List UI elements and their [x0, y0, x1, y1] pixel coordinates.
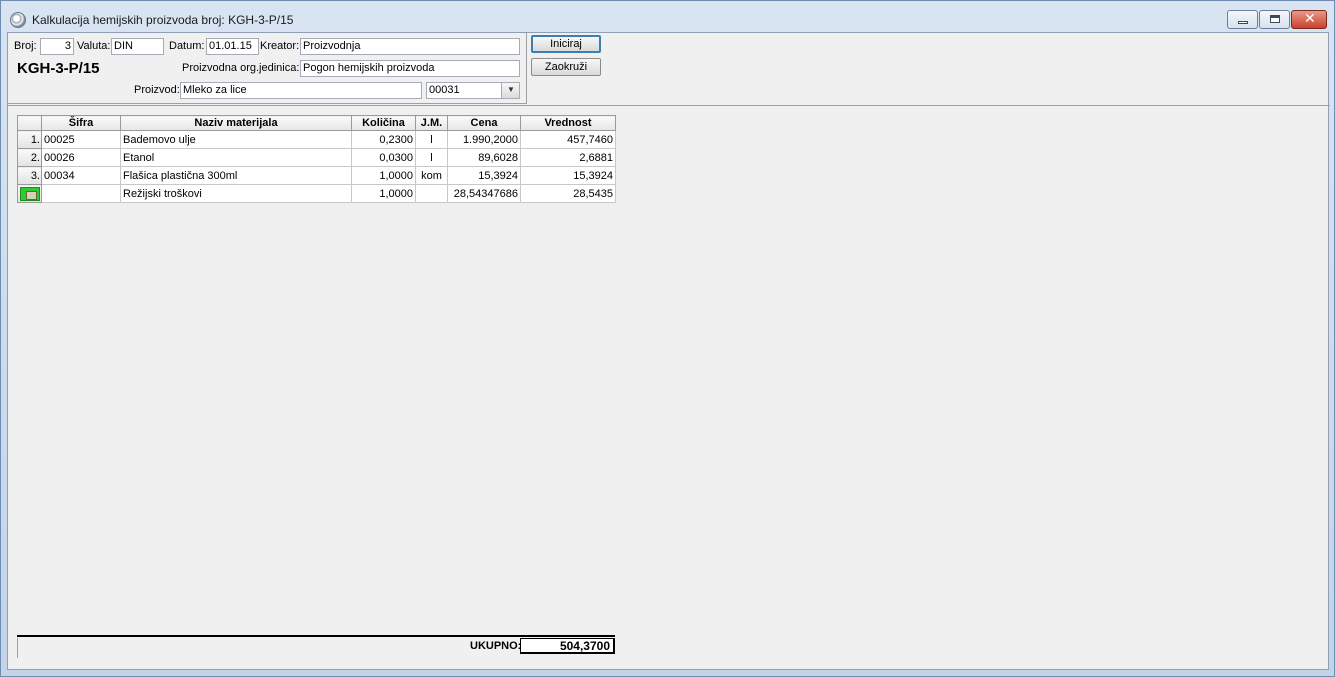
window-title: Kalkulacija hemijskih proizvoda broj: KG… — [32, 13, 294, 27]
cell-jm[interactable]: l — [415, 148, 448, 167]
cell-vrednost[interactable]: 15,3924 — [520, 166, 616, 185]
row-number-header — [17, 115, 42, 131]
zaokruzi-button[interactable]: Zaokruži — [531, 58, 601, 76]
cell-naziv[interactable]: Bademovo ulje — [120, 130, 352, 149]
cell-jm[interactable]: l — [415, 130, 448, 149]
table-row[interactable]: 2. 00026 Etanol 0,0300 l 89,6028 2,6881 — [17, 148, 616, 167]
iniciraj-button[interactable]: Iniciraj — [531, 35, 601, 53]
document-number-title: KGH-3-P/15 — [17, 60, 100, 77]
row-number[interactable]: 3. — [17, 166, 42, 185]
table-row-overhead[interactable]: Režijski troškovi 1,0000 28,54347686 28,… — [17, 184, 616, 203]
footer-divider — [17, 635, 615, 637]
table-header-row: Šifra Naziv materijala Količina J.M. Cen… — [17, 115, 616, 131]
close-button[interactable]: ✕ — [1291, 10, 1327, 29]
cell-naziv[interactable]: Etanol — [120, 148, 352, 167]
cell-cena[interactable]: 15,3924 — [447, 166, 521, 185]
cell-cena[interactable]: 1.990,2000 — [447, 130, 521, 149]
footer-separator — [17, 638, 18, 658]
broj-field[interactable]: 3 — [40, 38, 74, 55]
cell-vrednost[interactable]: 457,7460 — [520, 130, 616, 149]
cell-kolicina[interactable]: 1,0000 — [351, 184, 416, 203]
row-number[interactable] — [17, 184, 42, 203]
cell-sifra[interactable]: 00025 — [41, 130, 121, 149]
cell-cena[interactable]: 28,54347686 — [447, 184, 521, 203]
total-value: 504,3700 — [520, 638, 615, 654]
dropdown-button[interactable]: ▼ — [501, 83, 519, 98]
org-unit-label: Proizvodna org.jedinica: — [182, 62, 300, 74]
divider — [8, 105, 1330, 106]
cell-sifra[interactable]: 00034 — [41, 166, 121, 185]
column-header-sifra[interactable]: Šifra — [41, 115, 121, 131]
cell-sifra[interactable]: 00026 — [41, 148, 121, 167]
proizvod-code-combo[interactable]: 00031 ▼ — [426, 82, 520, 99]
materials-table: Šifra Naziv materijala Količina J.M. Cen… — [17, 115, 616, 203]
document-header-panel: Broj: 3 Valuta: DIN Datum: 01.01.15 Krea… — [8, 33, 527, 104]
datum-field[interactable]: 01.01.15 — [206, 38, 259, 55]
app-gear-icon — [10, 12, 26, 28]
proizvod-code-value: 00031 — [429, 84, 460, 96]
table-row[interactable]: 1. 00025 Bademovo ulje 0,2300 l 1.990,20… — [17, 130, 616, 149]
cell-vrednost[interactable]: 2,6881 — [520, 148, 616, 167]
proizvod-field[interactable]: Mleko za lice — [180, 82, 422, 99]
minimize-icon — [1238, 21, 1248, 24]
overhead-cost-icon — [20, 186, 40, 201]
table-row[interactable]: 3. 00034 Flašica plastična 300ml 1,0000 … — [17, 166, 616, 185]
cell-kolicina[interactable]: 0,0300 — [351, 148, 416, 167]
org-unit-field[interactable]: Pogon hemijskih proizvoda — [300, 60, 520, 77]
datum-label: Datum: — [169, 40, 205, 52]
kreator-field[interactable]: Proizvodnja — [300, 38, 520, 55]
column-header-vrednost[interactable]: Vrednost — [520, 115, 616, 131]
valuta-label: Valuta: — [77, 40, 111, 52]
valuta-field[interactable]: DIN — [111, 38, 164, 55]
form-client-area: Broj: 3 Valuta: DIN Datum: 01.01.15 Krea… — [7, 32, 1330, 670]
maximize-icon — [1270, 15, 1280, 23]
minimize-button[interactable] — [1227, 10, 1258, 29]
kreator-label: Kreator: — [260, 40, 300, 52]
column-header-cena[interactable]: Cena — [447, 115, 521, 131]
cell-cena[interactable]: 89,6028 — [447, 148, 521, 167]
title-bar: Kalkulacija hemijskih proizvoda broj: KG… — [1, 1, 1334, 32]
cell-kolicina[interactable]: 1,0000 — [351, 166, 416, 185]
maximize-button[interactable] — [1259, 10, 1290, 29]
cell-sifra[interactable] — [41, 184, 121, 203]
cell-jm[interactable]: kom — [415, 166, 448, 185]
cell-naziv[interactable]: Režijski troškovi — [120, 184, 352, 203]
cell-vrednost[interactable]: 28,5435 — [520, 184, 616, 203]
app-window: Kalkulacija hemijskih proizvoda broj: KG… — [0, 0, 1335, 677]
broj-label: Broj: — [14, 40, 37, 52]
column-header-kolicina[interactable]: Količina — [351, 115, 416, 131]
cell-kolicina[interactable]: 0,2300 — [351, 130, 416, 149]
cell-jm[interactable] — [415, 184, 448, 203]
column-header-naziv[interactable]: Naziv materijala — [120, 115, 352, 131]
row-number[interactable]: 2. — [17, 148, 42, 167]
column-header-jm[interactable]: J.M. — [415, 115, 448, 131]
cell-naziv[interactable]: Flašica plastična 300ml — [120, 166, 352, 185]
row-number[interactable]: 1. — [17, 130, 42, 149]
close-icon: ✕ — [1304, 11, 1316, 27]
chevron-down-icon: ▼ — [507, 85, 515, 94]
proizvod-label: Proizvod: — [134, 84, 180, 96]
total-label: UKUPNO: — [470, 640, 522, 652]
